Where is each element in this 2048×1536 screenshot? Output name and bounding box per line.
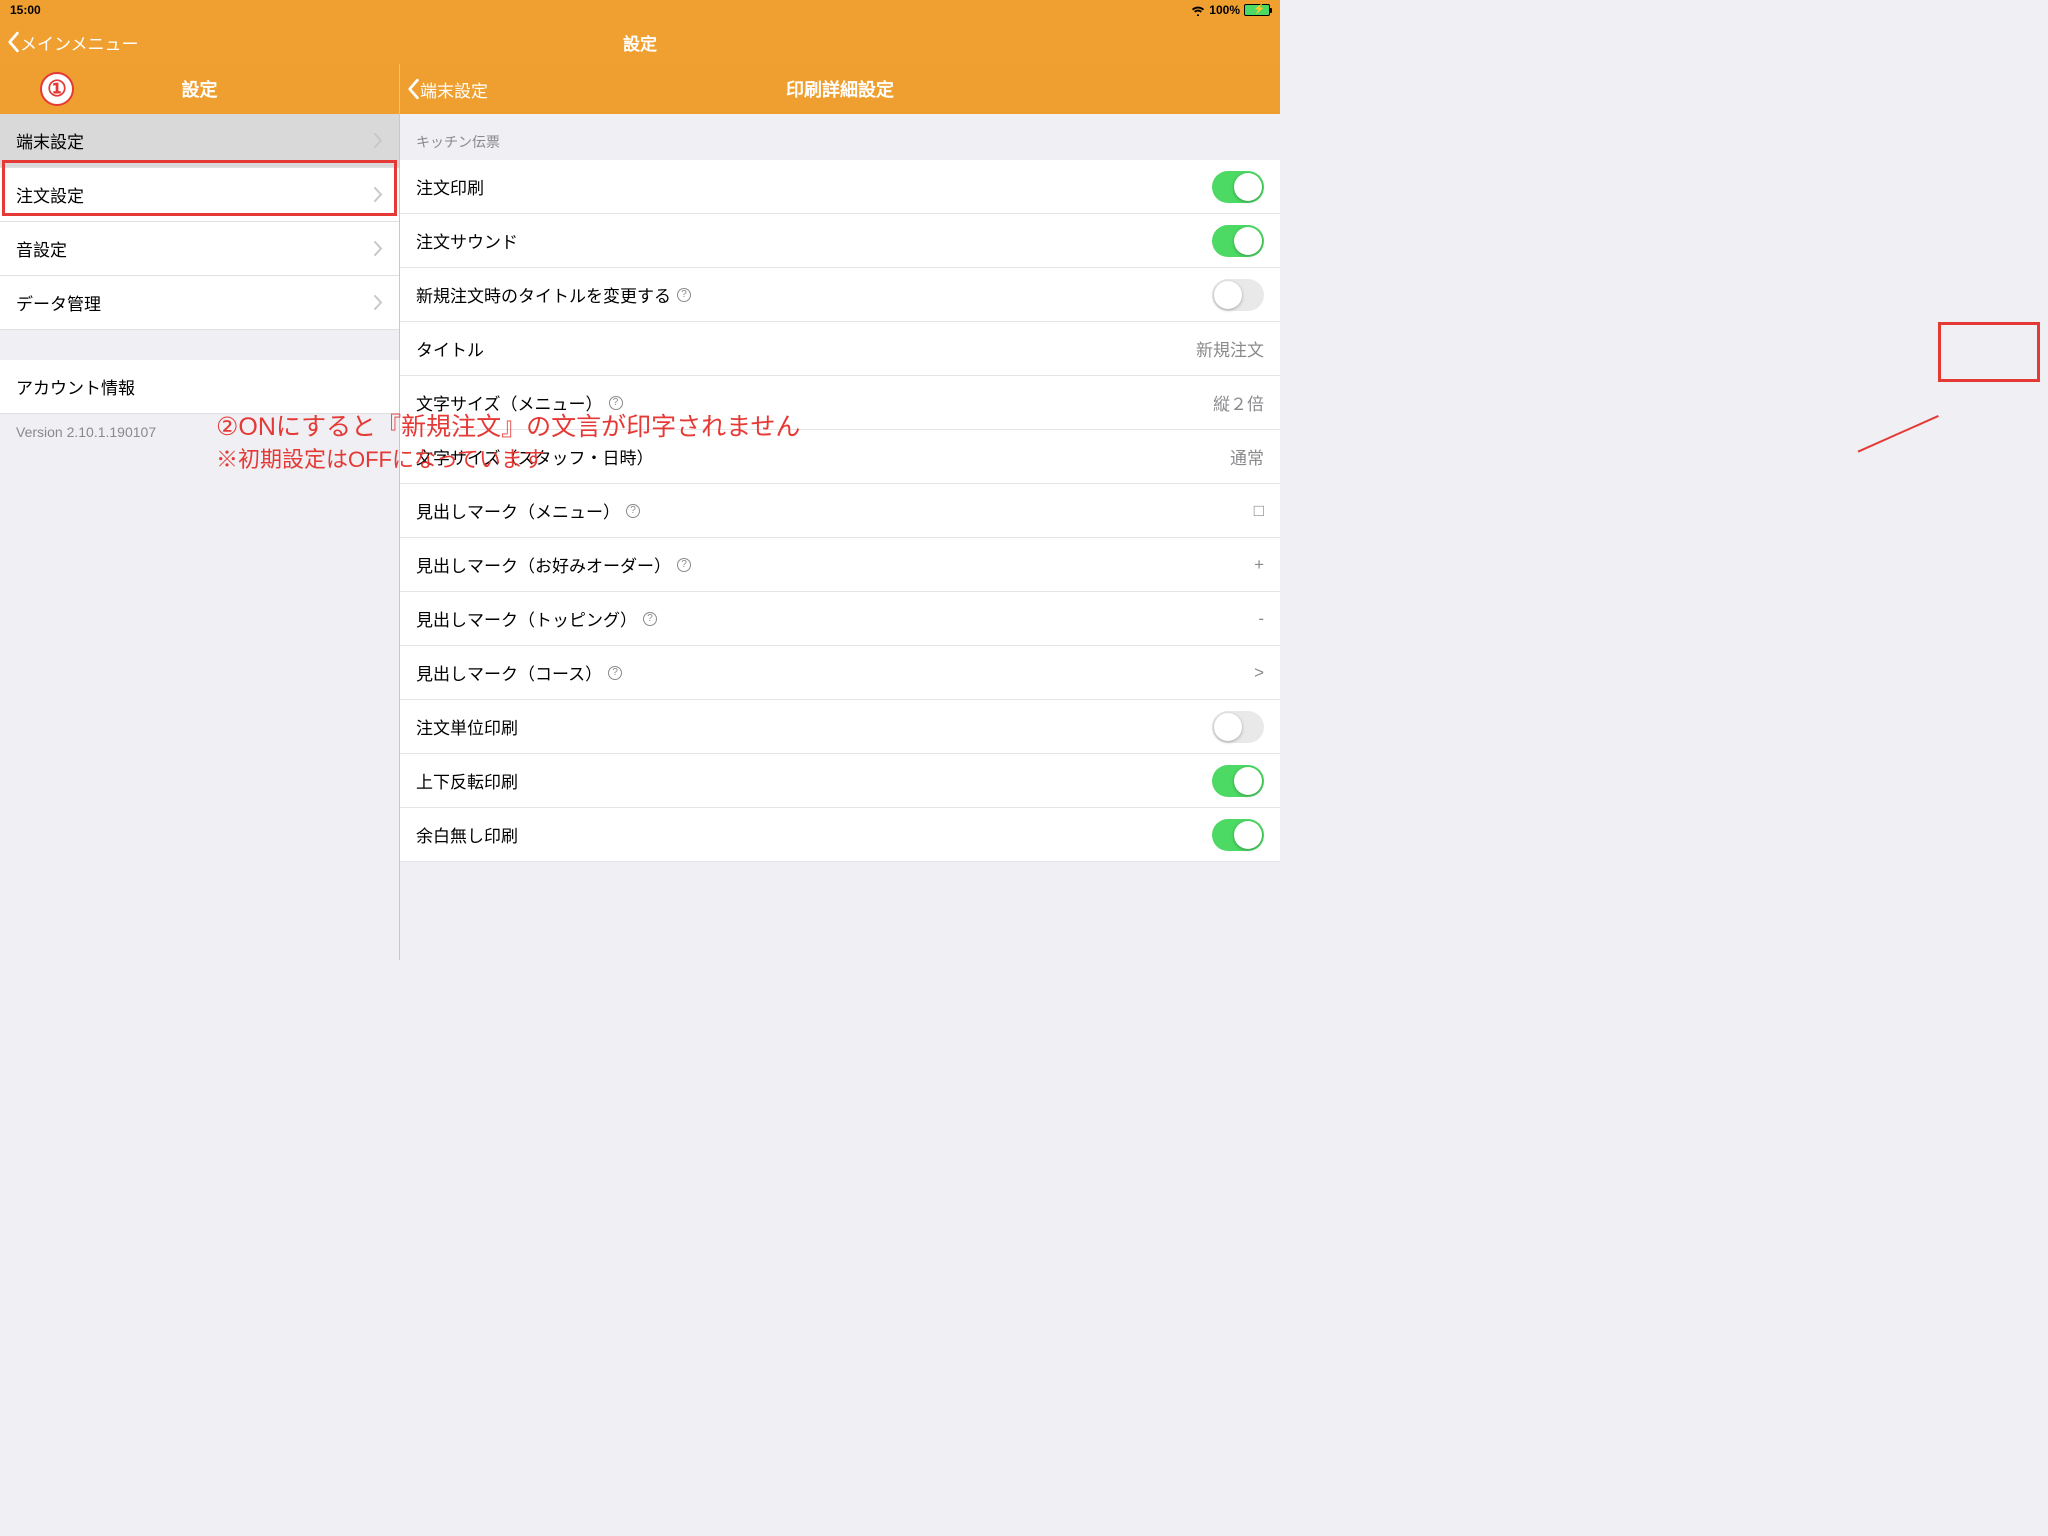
row-change-new-order-title[interactable]: 新規注文時のタイトルを変更する? [400, 268, 1280, 322]
detail-pane: 端末設定 印刷詳細設定 キッチン伝票 注文印刷 注文サウンド 新規注文時のタイト… [400, 64, 1280, 960]
row-value: > [1254, 663, 1264, 683]
back-button-detail[interactable]: 端末設定 [400, 77, 488, 102]
row-label: 上下反転印刷 [416, 768, 518, 793]
row-heading-mark-menu[interactable]: 見出しマーク（メニュー）? □ [400, 484, 1280, 538]
help-icon[interactable]: ? [677, 558, 691, 572]
row-heading-mark-course[interactable]: 見出しマーク（コース）? > [400, 646, 1280, 700]
row-value: 縦２倍 [1213, 390, 1264, 415]
row-label: 新規注文時のタイトルを変更する? [416, 282, 691, 307]
help-icon[interactable]: ? [677, 288, 691, 302]
chevron-right-icon [374, 295, 383, 310]
toggle-order-sound[interactable] [1212, 225, 1264, 257]
sidebar-item-label: 端末設定 [16, 128, 84, 153]
sidebar-item-order-settings[interactable]: 注文設定 [0, 168, 399, 222]
sidebar-item-label: アカウント情報 [16, 374, 135, 399]
wifi-icon [1191, 5, 1205, 15]
row-label: 余白無し印刷 [416, 822, 518, 847]
sidebar-title: 設定 [182, 76, 218, 102]
row-value: □ [1254, 501, 1264, 521]
battery-percent: 100% [1209, 3, 1240, 17]
annotation-text: ②ONにすると『新規注文』の文言が印字されません ※初期設定はOFFになっていま… [216, 410, 800, 476]
row-heading-mark-topping[interactable]: 見出しマーク（トッピング）? - [400, 592, 1280, 646]
row-label: 注文単位印刷 [416, 714, 518, 739]
annotation-line [1858, 415, 1939, 453]
back-button-main[interactable]: メインメニュー [0, 30, 139, 55]
row-flip-print[interactable]: 上下反転印刷 [400, 754, 1280, 808]
sidebar-item-label: 注文設定 [16, 182, 84, 207]
battery-icon: ⚡ [1244, 4, 1270, 16]
row-value: + [1254, 555, 1264, 575]
sidebar-item-sound-settings[interactable]: 音設定 [0, 222, 399, 276]
row-order-print[interactable]: 注文印刷 [400, 160, 1280, 214]
row-label: 見出しマーク（トッピング）? [416, 606, 657, 631]
section-header-kitchen: キッチン伝票 [400, 114, 1280, 160]
help-icon[interactable]: ? [609, 396, 623, 410]
status-bar: 15:00 100% ⚡ [0, 0, 1280, 20]
annotation-box-2 [1938, 322, 2040, 382]
status-time: 15:00 [10, 3, 41, 17]
row-label: 見出しマーク（メニュー）? [416, 498, 640, 523]
chevron-right-icon [374, 133, 383, 148]
row-no-margin-print[interactable]: 余白無し印刷 [400, 808, 1280, 862]
row-label: 注文サウンド [416, 228, 518, 253]
sidebar-item-account-info[interactable]: アカウント情報 [0, 360, 399, 414]
row-value: - [1258, 609, 1264, 629]
toggle-no-margin-print[interactable] [1212, 819, 1264, 851]
row-heading-mark-custom-order[interactable]: 見出しマーク（お好みオーダー）? + [400, 538, 1280, 592]
sidebar-item-label: 音設定 [16, 236, 67, 261]
sidebar-header: ① 設定 [0, 64, 399, 114]
back-label-main: メインメニュー [20, 30, 139, 55]
detail-title: 印刷詳細設定 [786, 76, 894, 102]
back-label-detail: 端末設定 [420, 77, 488, 102]
help-icon[interactable]: ? [608, 666, 622, 680]
chevron-left-icon [406, 78, 420, 100]
detail-header: 端末設定 印刷詳細設定 [400, 64, 1280, 114]
row-title-value[interactable]: タイトル 新規注文 [400, 322, 1280, 376]
row-per-order-print[interactable]: 注文単位印刷 [400, 700, 1280, 754]
row-order-sound[interactable]: 注文サウンド [400, 214, 1280, 268]
chevron-left-icon [6, 31, 20, 53]
row-label: 見出しマーク（お好みオーダー）? [416, 552, 691, 577]
nav-bar: メインメニュー 設定 [0, 20, 1280, 64]
toggle-change-title[interactable] [1212, 279, 1264, 311]
annotation-text-line1: ②ONにすると『新規注文』の文言が印字されません [216, 410, 800, 445]
sidebar-item-terminal-settings[interactable]: 端末設定 [0, 114, 399, 168]
row-label: 見出しマーク（コース）? [416, 660, 622, 685]
row-label: タイトル [416, 336, 484, 361]
annotation-text-line2: ※初期設定はOFFになっています [216, 445, 800, 476]
toggle-order-print[interactable] [1212, 171, 1264, 203]
row-value: 新規注文 [1196, 336, 1264, 361]
help-icon[interactable]: ? [643, 612, 657, 626]
sidebar: ① 設定 端末設定 注文設定 音設定 データ管理 アカウント [0, 64, 400, 960]
sidebar-item-label: データ管理 [16, 290, 101, 315]
toggle-per-order-print[interactable] [1212, 711, 1264, 743]
nav-title: 設定 [623, 30, 657, 55]
row-value: 通常 [1230, 444, 1264, 469]
chevron-right-icon [374, 241, 383, 256]
chevron-right-icon [374, 187, 383, 202]
row-label: 注文印刷 [416, 174, 484, 199]
toggle-flip-print[interactable] [1212, 765, 1264, 797]
annotation-badge-1: ① [40, 72, 74, 106]
help-icon[interactable]: ? [626, 504, 640, 518]
sidebar-item-data-management[interactable]: データ管理 [0, 276, 399, 330]
